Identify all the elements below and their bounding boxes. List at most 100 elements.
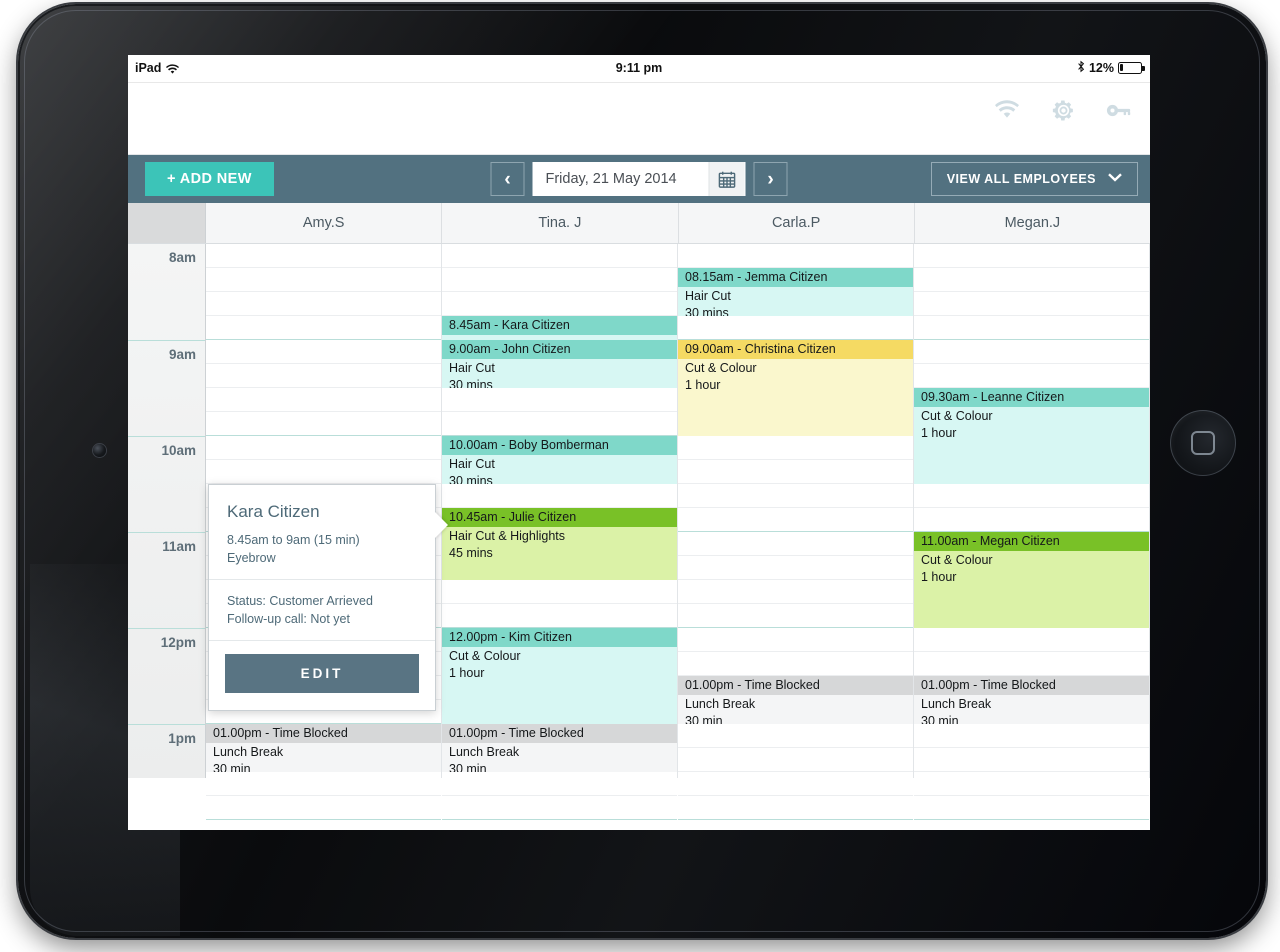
calendar-slot[interactable]: [678, 484, 913, 508]
calendar-slot[interactable]: [678, 628, 913, 652]
calendar-slot[interactable]: [206, 268, 441, 292]
calendar-slot[interactable]: [678, 508, 913, 532]
previous-day-button[interactable]: ‹: [490, 162, 525, 196]
appointment-block[interactable]: 10.00am - Boby Bomberman Hair Cut 30 mins: [442, 436, 677, 484]
calendar-slot[interactable]: [914, 268, 1149, 292]
calendar-slot[interactable]: [442, 580, 677, 604]
calendar-slot[interactable]: [678, 460, 913, 484]
view-all-employees-label: VIEW ALL EMPLOYEES: [946, 172, 1096, 186]
key-icon[interactable]: [1106, 97, 1132, 123]
appointment-duration: 30 min: [213, 762, 251, 772]
calendar-slot[interactable]: [442, 796, 677, 820]
appointment-details: Lunch Break 30 min: [678, 695, 913, 724]
calendar-slot[interactable]: [678, 724, 913, 748]
calendar-slot[interactable]: [206, 364, 441, 388]
employee-column-carla[interactable]: 08.15am - Jemma Citizen Hair Cut 30 mins 09…: [678, 244, 914, 820]
calendar-slot[interactable]: [678, 604, 913, 628]
appointment-block[interactable]: 8.45am - Kara Citizen: [442, 316, 677, 340]
calendar-slot[interactable]: [914, 316, 1149, 340]
employee-column-header[interactable]: Tina. J: [442, 203, 679, 243]
calendar-slot[interactable]: [914, 364, 1149, 388]
popup-arrow: [434, 511, 448, 539]
calendar-slot[interactable]: [914, 244, 1149, 268]
calendar-slot[interactable]: [442, 268, 677, 292]
calendar-slot[interactable]: [442, 412, 677, 436]
calendar-slot[interactable]: [914, 508, 1149, 532]
status-bar-right: 12%: [1077, 60, 1145, 75]
appointment-service: Lunch Break: [921, 697, 992, 711]
calendar-slot[interactable]: [678, 772, 913, 796]
appointment-block[interactable]: 08.15am - Jemma Citizen Hair Cut 30 mins: [678, 268, 913, 316]
appointment-block[interactable]: 10.45am - Julie Citizen Hair Cut & Highli…: [442, 508, 677, 580]
appointment-block[interactable]: 9.00am - John Citizen Hair Cut 30 mins: [442, 340, 677, 388]
appointment-block[interactable]: 01.00pm - Time Blocked Lunch Break 30 min: [678, 676, 913, 724]
employee-column-header[interactable]: Carla.P: [678, 203, 915, 243]
calendar-slot[interactable]: [914, 748, 1149, 772]
settings-gear-icon[interactable]: [1050, 97, 1076, 123]
calendar-slot[interactable]: [206, 316, 441, 340]
calendar-slot[interactable]: [206, 412, 441, 436]
calendar-slot[interactable]: [442, 292, 677, 316]
calendar-slot[interactable]: [678, 748, 913, 772]
calendar-slot[interactable]: [442, 772, 677, 796]
calendar-slot[interactable]: [442, 604, 677, 628]
wifi-status-icon[interactable]: [994, 97, 1020, 123]
calendar-slot[interactable]: [442, 244, 677, 268]
calendar-slot[interactable]: [442, 484, 677, 508]
calendar-slot[interactable]: [678, 556, 913, 580]
calendar-slot[interactable]: [678, 316, 913, 340]
appointment-block[interactable]: 01.00pm - Time Blocked Lunch Break 30 min: [206, 724, 441, 772]
appointment-block[interactable]: 09.00am - Christina Citizen Cut & Colour 1…: [678, 340, 913, 436]
calendar-slot[interactable]: [442, 388, 677, 412]
calendar-slot[interactable]: [914, 652, 1149, 676]
edit-button[interactable]: EDIT: [225, 654, 419, 693]
calendar-slot[interactable]: [914, 628, 1149, 652]
calendar-slot[interactable]: [914, 340, 1149, 364]
date-value: Friday, 21 May 2014: [545, 171, 677, 187]
view-all-employees-button[interactable]: VIEW ALL EMPLOYEES: [930, 162, 1138, 196]
appointment-block[interactable]: 12.00pm - Kim Citizen Cut & Colour 1 hour: [442, 628, 677, 724]
battery-fill: [1120, 63, 1123, 72]
add-new-button[interactable]: + ADD NEW: [145, 162, 274, 196]
calendar-slot[interactable]: [678, 580, 913, 604]
calendar-slot[interactable]: [206, 340, 441, 364]
calendar-slot[interactable]: [678, 244, 913, 268]
calendar-icon[interactable]: [708, 162, 745, 196]
calendar-slot[interactable]: [206, 460, 441, 484]
calendar-slot[interactable]: [206, 772, 441, 796]
appointment-block[interactable]: 01.00pm - Time Blocked Lunch Break 30 min: [914, 676, 1149, 724]
calendar-slot[interactable]: [678, 532, 913, 556]
calendar-slot[interactable]: [914, 292, 1149, 316]
calendar-slot[interactable]: [206, 244, 441, 268]
gutter-hour-row: 12pm: [128, 628, 205, 724]
calendar-slot[interactable]: [206, 292, 441, 316]
calendar-slot[interactable]: [914, 724, 1149, 748]
calendar-slot[interactable]: [914, 796, 1149, 820]
calendar-slot[interactable]: [206, 436, 441, 460]
appointment-details: Lunch Break 30 min: [442, 743, 677, 772]
gutter-hour-row: 9am: [128, 340, 205, 436]
calendar-slot[interactable]: [678, 652, 913, 676]
employee-column-header[interactable]: Megan.J: [914, 203, 1150, 243]
appointment-block[interactable]: 01.00pm - Time Blocked Lunch Break 30 min: [442, 724, 677, 772]
employee-column-megan[interactable]: 09.30am - Leanne Citizen Cut & Colour 1 ho…: [914, 244, 1150, 820]
hour-label: 11am: [162, 539, 196, 554]
appointment-block[interactable]: 09.30am - Leanne Citizen Cut & Colour 1 ho…: [914, 388, 1149, 484]
employee-column-tina[interactable]: 8.45am - Kara Citizen 9.00am - John Citiz…: [442, 244, 678, 820]
calendar-slot[interactable]: [914, 772, 1149, 796]
appointment-details: Cut & Colour 1 hour: [914, 407, 1149, 445]
next-day-button[interactable]: ›: [753, 162, 788, 196]
appointment-title: 10.00am - Boby Bomberman: [442, 436, 677, 455]
calendar-slot[interactable]: [678, 796, 913, 820]
appointment-block[interactable]: 11.00am - Megan Citizen Cut & Colour 1 hou…: [914, 532, 1149, 628]
appointment-details: Cut & Colour 1 hour: [914, 551, 1149, 589]
calendar-slot[interactable]: [678, 436, 913, 460]
appointment-service: Lunch Break: [213, 745, 284, 759]
calendar-slot[interactable]: [206, 388, 441, 412]
appointment-service: Hair Cut: [449, 457, 495, 471]
employee-column-header[interactable]: Amy.S: [206, 203, 443, 243]
calendar-slot[interactable]: [206, 796, 441, 820]
time-gutter: 8am 9am 10am 11am 12pm 1pm: [128, 244, 206, 778]
calendar-slot[interactable]: [914, 484, 1149, 508]
date-field[interactable]: Friday, 21 May 2014: [532, 162, 746, 196]
